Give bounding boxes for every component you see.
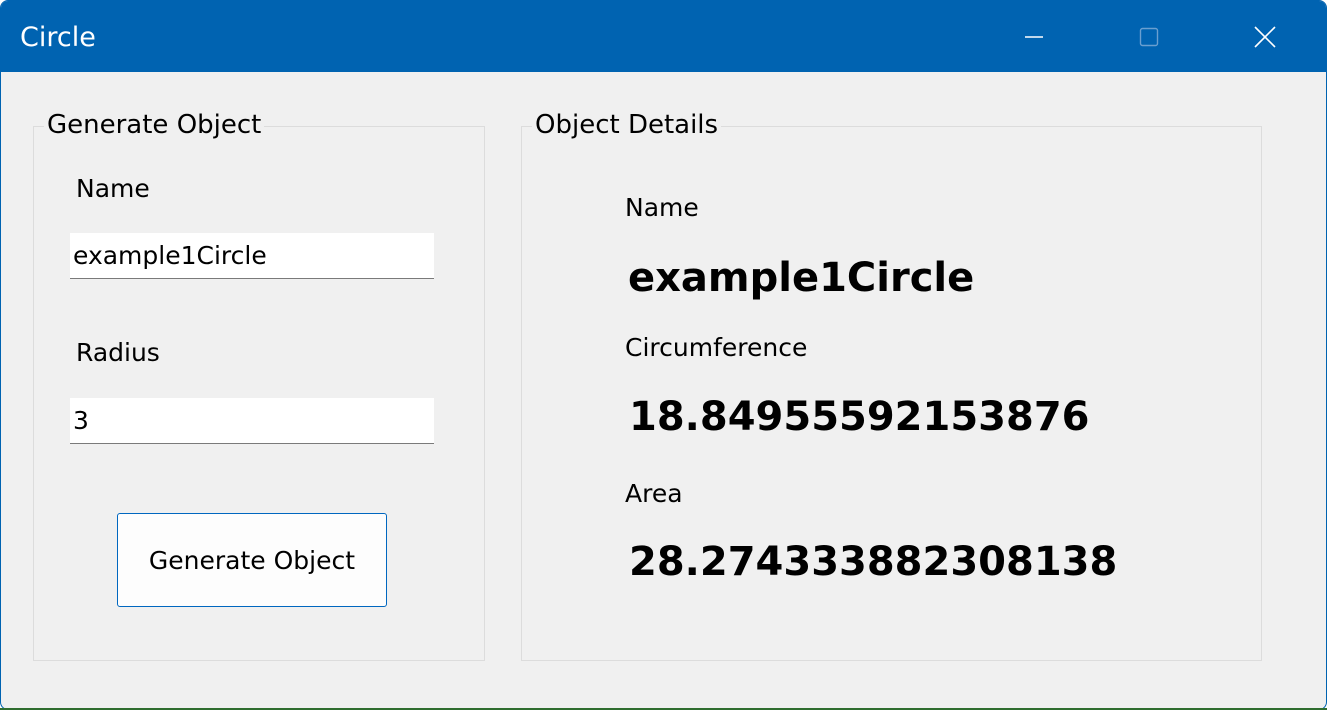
detail-name-value: example1Circle xyxy=(628,255,975,301)
window-title: Circle xyxy=(20,22,96,53)
area-label: Area xyxy=(625,479,683,508)
generate-object-button[interactable]: Generate Object xyxy=(117,513,387,607)
radius-label: Radius xyxy=(76,338,160,367)
name-label: Name xyxy=(76,174,150,203)
close-button[interactable] xyxy=(1207,1,1323,72)
maximize-icon xyxy=(1139,27,1159,46)
close-icon xyxy=(1254,25,1276,48)
radius-input[interactable] xyxy=(70,398,434,444)
generate-object-legend: Generate Object xyxy=(44,108,265,142)
circumference-value: 18.84955592153876 xyxy=(629,394,1090,440)
circumference-label: Circumference xyxy=(625,333,808,362)
detail-name-label: Name xyxy=(625,193,699,222)
object-details-legend: Object Details xyxy=(532,108,722,142)
area-value: 28.274333882308138 xyxy=(629,539,1118,585)
title-bar[interactable]: Circle xyxy=(1,1,1326,72)
minimize-button[interactable] xyxy=(976,1,1092,72)
circle-window: Circle Generate Object Name Radius Gener… xyxy=(0,0,1327,710)
maximize-button[interactable] xyxy=(1091,1,1207,72)
minimize-icon xyxy=(1025,35,1043,38)
name-input[interactable] xyxy=(70,233,434,279)
